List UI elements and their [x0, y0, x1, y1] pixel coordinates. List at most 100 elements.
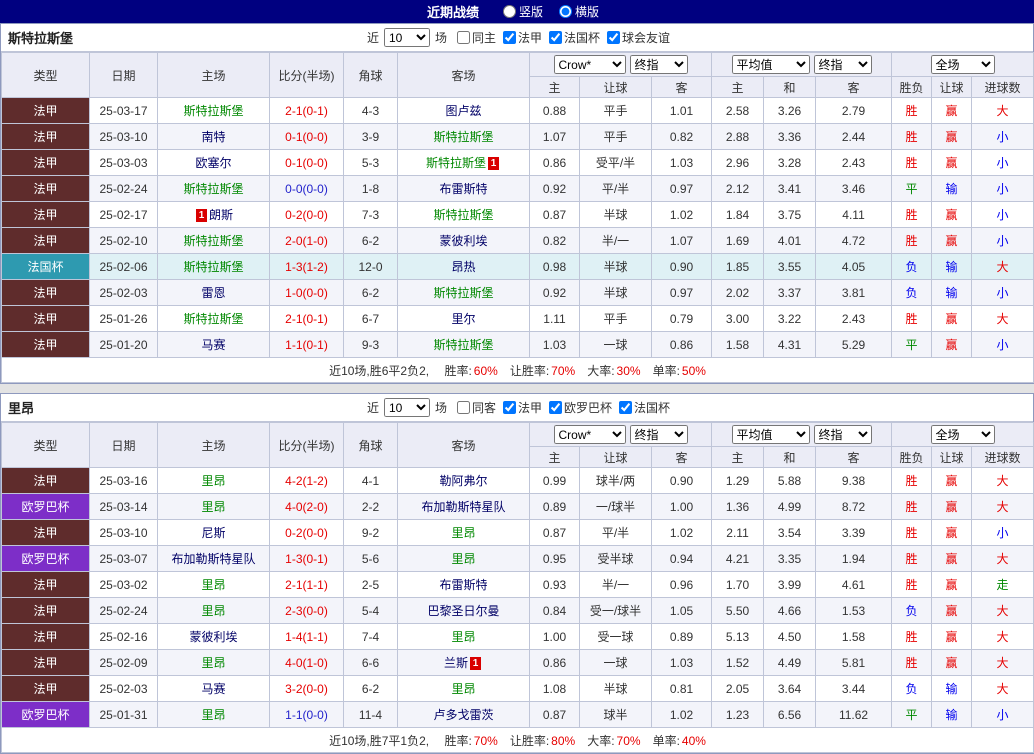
away-team-cell[interactable]: 里昂 — [397, 545, 530, 572]
away-team-cell[interactable]: 布雷斯特 — [397, 571, 530, 598]
home-team-cell[interactable]: 斯特拉斯堡 — [157, 305, 270, 332]
home-team-cell[interactable]: 里昂 — [157, 467, 270, 494]
odds-type-select[interactable]: 终指 — [629, 425, 688, 444]
layout-radio-input[interactable] — [559, 4, 572, 18]
league-cell: 法甲 — [1, 571, 90, 598]
score-cell[interactable]: 0-0(0-0) — [269, 175, 344, 202]
filter-checkbox[interactable]: 球会友谊 — [600, 29, 670, 46]
score-cell[interactable]: 0-2(0-0) — [269, 519, 344, 546]
filter-checkbox[interactable]: 法甲 — [496, 29, 542, 46]
team-name-text: 布雷斯特 — [439, 578, 488, 592]
home-team-cell[interactable]: 里昂 — [157, 571, 270, 598]
odds-source-select[interactable]: Crow* — [553, 425, 626, 444]
score-cell[interactable]: 0-1(0-0) — [269, 149, 344, 176]
filter-checkbox-input[interactable] — [456, 30, 470, 44]
filter-checkbox-input[interactable] — [456, 400, 470, 414]
away-team-cell[interactable]: 斯特拉斯堡 — [397, 279, 530, 306]
filter-checkbox-input[interactable] — [503, 30, 516, 44]
home-team-cell[interactable]: 1 朗斯 — [157, 201, 270, 228]
filter-checkbox[interactable]: 欧罗巴杯 — [542, 399, 612, 416]
score-cell[interactable]: 1-1(0-1) — [269, 331, 344, 358]
league-cell: 法甲 — [1, 201, 90, 228]
home-team-cell[interactable]: 斯特拉斯堡 — [157, 253, 270, 280]
away-team-cell[interactable]: 布雷斯特 — [397, 175, 530, 202]
score-cell[interactable]: 2-3(0-0) — [269, 597, 344, 624]
average-type-select[interactable]: 终指 — [813, 55, 872, 74]
col-corner: 角球 — [343, 422, 398, 468]
league-cell: 法甲 — [1, 279, 90, 306]
home-team-cell[interactable]: 里昂 — [157, 649, 270, 676]
handicap-cell: 受一/球半 — [579, 597, 652, 624]
filter-checkbox[interactable]: 法国杯 — [612, 399, 670, 416]
home-team-cell[interactable]: 欧塞尔 — [157, 149, 270, 176]
score-cell[interactable]: 1-4(1-1) — [269, 623, 344, 650]
filter-checkbox-input[interactable] — [549, 400, 563, 414]
home-team-cell[interactable]: 尼斯 — [157, 519, 270, 546]
scope-select[interactable]: 全场 — [930, 55, 995, 74]
home-team-cell[interactable]: 雷恩 — [157, 279, 270, 306]
odds-type-select[interactable]: 终指 — [629, 55, 688, 74]
home-team-cell[interactable]: 马赛 — [157, 331, 270, 358]
home-team-cell[interactable]: 里昂 — [157, 597, 270, 624]
home-team-cell[interactable]: 斯特拉斯堡 — [157, 227, 270, 254]
score-cell[interactable]: 2-1(1-1) — [269, 571, 344, 598]
away-team-cell[interactable]: 兰斯 1 — [397, 649, 530, 676]
away-team-cell[interactable]: 斯特拉斯堡 — [397, 123, 530, 150]
match-count-select[interactable]: 10 — [383, 28, 430, 47]
away-team-cell[interactable]: 昂热 — [397, 253, 530, 280]
away-team-cell[interactable]: 布加勒斯特星队 — [397, 493, 530, 520]
away-team-cell[interactable]: 里昂 — [397, 623, 530, 650]
score-cell[interactable]: 1-1(0-0) — [269, 701, 344, 728]
filter-checkbox-input[interactable] — [619, 400, 633, 414]
home-team-cell[interactable]: 南特 — [157, 123, 270, 150]
away-team-cell[interactable]: 蒙彼利埃 — [397, 227, 530, 254]
home-team-cell[interactable]: 马赛 — [157, 675, 270, 702]
league-cell: 欧罗巴杯 — [1, 701, 90, 728]
score-cell[interactable]: 3-2(0-0) — [269, 675, 344, 702]
filter-checkbox-input[interactable] — [503, 400, 516, 414]
away-team-cell[interactable]: 图卢兹 — [397, 97, 530, 124]
away-team-cell[interactable]: 里昂 — [397, 675, 530, 702]
score-cell[interactable]: 2-1(0-1) — [269, 305, 344, 332]
away-team-cell[interactable]: 里昂 — [397, 519, 530, 546]
layout-radio-input[interactable] — [502, 4, 516, 18]
score-cell[interactable]: 2-1(0-1) — [269, 97, 344, 124]
score-cell[interactable]: 2-0(1-0) — [269, 227, 344, 254]
score-cell[interactable]: 4-2(1-2) — [269, 467, 344, 494]
home-team-cell[interactable]: 蒙彼利埃 — [157, 623, 270, 650]
layout-radio[interactable]: 竖版 — [502, 3, 543, 20]
away-team-cell[interactable]: 卢多戈雷茨 — [397, 701, 530, 728]
score-cell[interactable]: 1-0(0-0) — [269, 279, 344, 306]
home-team-cell[interactable]: 里昂 — [157, 493, 270, 520]
home-team-cell[interactable]: 斯特拉斯堡 — [157, 175, 270, 202]
filter-checkbox-input[interactable] — [607, 30, 621, 44]
result-cell: 胜 — [891, 123, 933, 150]
average-select[interactable]: 平均值 — [731, 425, 810, 444]
score-cell[interactable]: 0-1(0-0) — [269, 123, 344, 150]
away-team-cell[interactable]: 巴黎圣日尔曼 — [397, 597, 530, 624]
filter-checkbox-input[interactable] — [549, 30, 563, 44]
away-team-cell[interactable]: 斯特拉斯堡 1 — [397, 149, 530, 176]
score-cell[interactable]: 4-0(1-0) — [269, 649, 344, 676]
odds-source-select[interactable]: Crow* — [553, 55, 626, 74]
away-team-cell[interactable]: 勒阿弗尔 — [397, 467, 530, 494]
filter-checkbox[interactable]: 同主 — [450, 29, 496, 46]
average-type-select[interactable]: 终指 — [813, 425, 872, 444]
home-team-cell[interactable]: 布加勒斯特星队 — [157, 545, 270, 572]
score-cell[interactable]: 4-0(2-0) — [269, 493, 344, 520]
away-team-cell[interactable]: 斯特拉斯堡 — [397, 201, 530, 228]
home-team-cell[interactable]: 里昂 — [157, 701, 270, 728]
layout-radio[interactable]: 横版 — [559, 3, 599, 20]
score-cell[interactable]: 0-2(0-0) — [269, 201, 344, 228]
score-cell[interactable]: 1-3(1-2) — [269, 253, 344, 280]
home-team-cell[interactable]: 斯特拉斯堡 — [157, 97, 270, 124]
score-cell[interactable]: 1-3(0-1) — [269, 545, 344, 572]
scope-select[interactable]: 全场 — [930, 425, 995, 444]
match-count-select[interactable]: 10 — [383, 398, 430, 417]
filter-checkbox[interactable]: 同客 — [450, 399, 496, 416]
away-team-cell[interactable]: 里尔 — [397, 305, 530, 332]
away-team-cell[interactable]: 斯特拉斯堡 — [397, 331, 530, 358]
filter-checkbox[interactable]: 法国杯 — [542, 29, 600, 46]
filter-checkbox[interactable]: 法甲 — [496, 399, 542, 416]
average-select[interactable]: 平均值 — [731, 55, 810, 74]
